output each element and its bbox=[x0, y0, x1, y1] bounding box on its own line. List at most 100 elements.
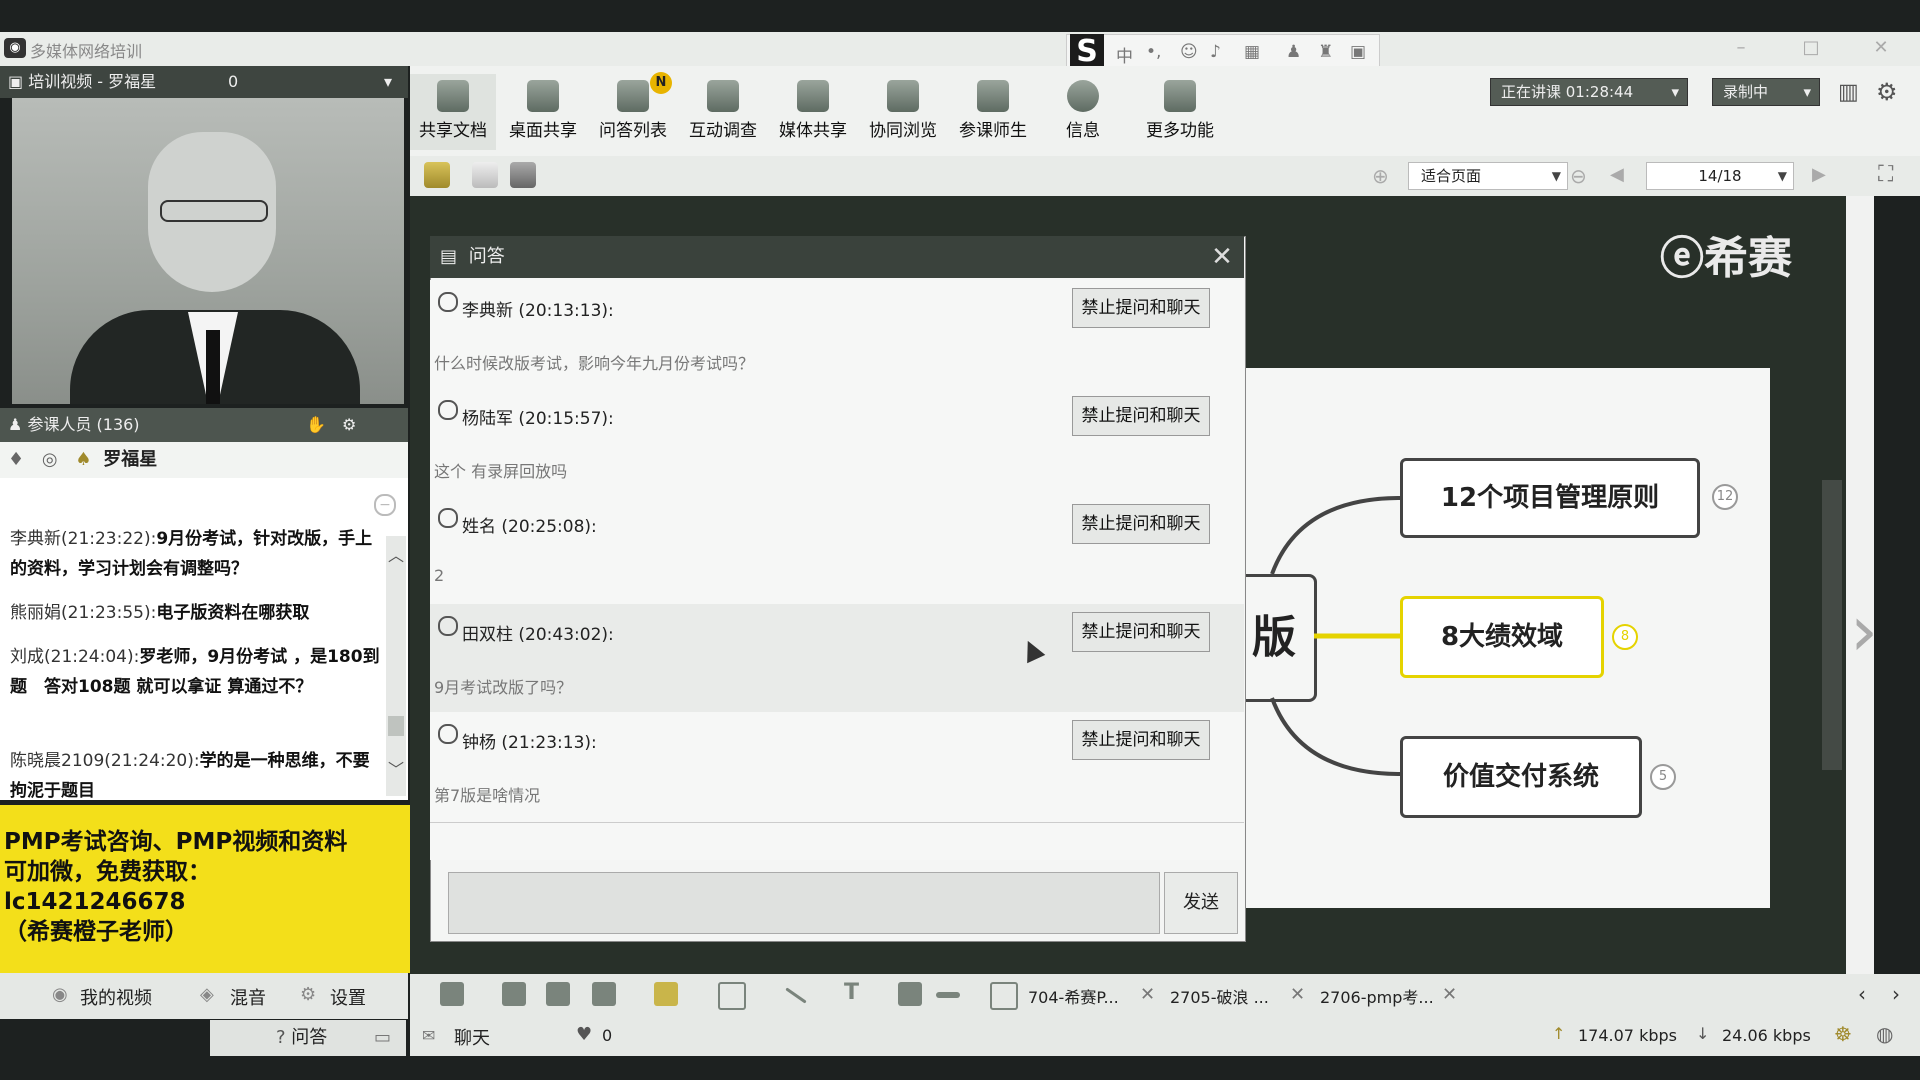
pointer-icon[interactable] bbox=[440, 982, 464, 1006]
page-select[interactable]: 14/18 ▼ bbox=[1646, 162, 1794, 190]
qa-question: 9月考试改版了吗？ bbox=[434, 678, 573, 697]
new-doc-icon[interactable] bbox=[472, 162, 498, 188]
screenshot-icon[interactable] bbox=[510, 162, 536, 188]
chat-tab[interactable]: 聊天 bbox=[454, 1024, 490, 1050]
ban-button[interactable]: 禁止提问和聊天 bbox=[1072, 288, 1210, 328]
close-tab-icon[interactable]: ✕ bbox=[1442, 984, 1457, 1005]
mix-button[interactable]: 混音 bbox=[230, 984, 266, 1010]
chat-icon: ✉ bbox=[422, 1026, 436, 1045]
status-menu-icon[interactable]: ◍ bbox=[1876, 1022, 1893, 1046]
doc-tab[interactable]: 704-希赛P... bbox=[1028, 984, 1119, 1008]
toolbox-icon[interactable]: ▣ bbox=[1350, 42, 1368, 62]
minimize-icon[interactable]: – bbox=[1726, 36, 1756, 60]
toolbar-media-share[interactable]: 媒体共享 bbox=[770, 74, 856, 150]
chat-scroll-thumb[interactable] bbox=[388, 716, 404, 736]
canvas-scroll-thumb[interactable] bbox=[1822, 480, 1842, 770]
toolbar-label: 桌面共享 bbox=[509, 121, 577, 141]
network-icon[interactable]: ☸ bbox=[1834, 1022, 1852, 1046]
fullscreen-icon[interactable]: ⛶ bbox=[1878, 162, 1893, 187]
send-button[interactable]: 发送 bbox=[1164, 872, 1238, 934]
qa-message-input[interactable] bbox=[448, 872, 1160, 934]
recording-button[interactable]: 录制中 ▾ bbox=[1712, 78, 1820, 106]
highlighter-icon[interactable] bbox=[654, 982, 678, 1006]
toolbar-label: 参课师生 bbox=[959, 121, 1027, 141]
gear-icon[interactable]: ⚙ bbox=[1876, 78, 1898, 106]
qa-dialog-titlebar[interactable]: ▤ 问答 bbox=[430, 236, 1244, 278]
scroll-down-icon[interactable]: ﹀ bbox=[386, 756, 406, 780]
settings-small-icon[interactable]: ⚙ bbox=[342, 408, 356, 442]
next-slide-arrow-icon[interactable]: › bbox=[1850, 590, 1878, 672]
my-video-icon: ◉ bbox=[52, 984, 68, 1005]
ban-button[interactable]: 禁止提问和聊天 bbox=[1072, 612, 1210, 652]
settings-button[interactable]: 设置 bbox=[330, 984, 366, 1010]
open-folder-icon[interactable] bbox=[424, 162, 450, 188]
chat-sender: 刘成(21:24:04): bbox=[10, 647, 140, 667]
doc-tab[interactable]: 2705-破浪 ... bbox=[1170, 984, 1269, 1008]
tabs-left-icon[interactable]: ‹ bbox=[1858, 982, 1866, 1006]
ban-button[interactable]: 禁止提问和聊天 bbox=[1072, 396, 1210, 436]
pen-icon[interactable] bbox=[592, 982, 616, 1006]
video-menu-icon[interactable]: ▾ bbox=[384, 66, 392, 98]
ban-button[interactable]: 禁止提问和聊天 bbox=[1072, 504, 1210, 544]
camera-icon: ▣ bbox=[8, 72, 24, 91]
maximize-icon[interactable]: □ bbox=[1796, 36, 1826, 60]
chat-message: 陈晓晨2109(21:24:20):学的是一种思维，不要拘泥于题目 bbox=[10, 746, 380, 802]
keyboard-icon[interactable]: ▦ bbox=[1244, 42, 1262, 62]
prev-page-icon[interactable]: ◀ bbox=[1610, 164, 1624, 185]
eraser-icon[interactable] bbox=[502, 982, 526, 1006]
document-icon bbox=[437, 80, 469, 112]
next-page-icon[interactable]: ▶ bbox=[1812, 164, 1826, 185]
doc-tab[interactable]: 2706-pmp考... bbox=[1320, 984, 1434, 1008]
cam-status-icon[interactable]: ◎ bbox=[30, 449, 58, 470]
emoji-icon[interactable]: ☺ bbox=[1180, 42, 1198, 62]
attendee-bar[interactable]: ♟ 参课人员 (136) ✋ ⚙ bbox=[0, 408, 408, 442]
toolbar-survey[interactable]: 互动调查 bbox=[680, 74, 766, 150]
my-video-button[interactable]: 我的视频 bbox=[80, 984, 152, 1010]
minimize-panel-icon[interactable]: ▭ bbox=[374, 1020, 391, 1056]
line-width-icon[interactable] bbox=[936, 992, 960, 998]
close-tab-icon[interactable]: ✕ bbox=[1290, 984, 1305, 1005]
rectangle-icon[interactable] bbox=[718, 982, 746, 1010]
likes-count: 0 bbox=[602, 1026, 613, 1045]
question-mark-icon bbox=[438, 724, 458, 744]
select-icon[interactable] bbox=[546, 982, 570, 1006]
close-tab-icon[interactable]: ✕ bbox=[1140, 984, 1155, 1005]
promo-line-4: （希赛橙子老师） bbox=[4, 919, 188, 945]
close-window-icon[interactable]: ✕ bbox=[1866, 36, 1896, 60]
toolbar-participants[interactable]: 参课师生 bbox=[950, 74, 1036, 150]
voice-icon[interactable]: ♪ bbox=[1210, 42, 1228, 62]
text-icon[interactable]: T bbox=[844, 980, 859, 1005]
zoom-select[interactable]: 适合页面 ▼ bbox=[1408, 162, 1568, 190]
qa-tab[interactable]: ? 问答 ▭ bbox=[210, 1020, 406, 1056]
toolbar-desktop-share[interactable]: 桌面共享 bbox=[500, 74, 586, 150]
scroll-up-icon[interactable]: ︿ bbox=[386, 542, 406, 566]
current-user-row[interactable]: ♦ ◎ ♠ 罗福星 bbox=[0, 442, 408, 478]
user-icon[interactable]: ♟ bbox=[1286, 42, 1304, 62]
question-mark-icon bbox=[438, 292, 458, 312]
close-icon[interactable]: ✕ bbox=[1204, 236, 1240, 278]
bottom-border bbox=[0, 1056, 1920, 1080]
zoom-in-icon[interactable]: ⊕ bbox=[1372, 164, 1389, 188]
toolbar-shared-docs[interactable]: 共享文档 bbox=[410, 74, 496, 150]
fill-color-icon[interactable] bbox=[898, 982, 922, 1006]
zoom-out-icon[interactable]: ⊖ bbox=[1570, 164, 1587, 188]
toolbar-co-browse[interactable]: 协同浏览 bbox=[860, 74, 946, 150]
mic-icon[interactable]: ♦ bbox=[0, 449, 24, 470]
toolbar-info[interactable]: 信息 bbox=[1040, 74, 1126, 150]
qa-asker: 李典新 (20:13:13): bbox=[462, 301, 614, 321]
collapse-icon[interactable]: − bbox=[374, 494, 396, 516]
sogou-ime-icon[interactable]: S bbox=[1070, 34, 1104, 70]
layout-icon[interactable]: ▥ bbox=[1838, 80, 1859, 105]
canvas-scrollbar[interactable] bbox=[1846, 196, 1874, 974]
shirt-icon[interactable]: ♜ bbox=[1318, 42, 1336, 62]
whiteboard-icon[interactable] bbox=[990, 982, 1018, 1010]
ban-button[interactable]: 禁止提问和聊天 bbox=[1072, 720, 1210, 760]
tabs-right-icon[interactable]: › bbox=[1892, 982, 1900, 1006]
chat-message: 李典新(21:23:22):9月份考试，针对改版，手上的资料，学习计划会有调整吗… bbox=[10, 524, 380, 584]
toolbar-more[interactable]: 更多功能 bbox=[1130, 74, 1230, 150]
hand-icon[interactable]: ✋ bbox=[306, 408, 326, 442]
lecture-status-button[interactable]: 正在讲课 01:28:44 ▾ bbox=[1490, 78, 1688, 106]
ime-mode-label[interactable]: 中 bbox=[1116, 42, 1134, 67]
punctuation-icon[interactable]: •, bbox=[1146, 42, 1164, 62]
heart-icon[interactable]: ♥ bbox=[576, 1024, 592, 1045]
